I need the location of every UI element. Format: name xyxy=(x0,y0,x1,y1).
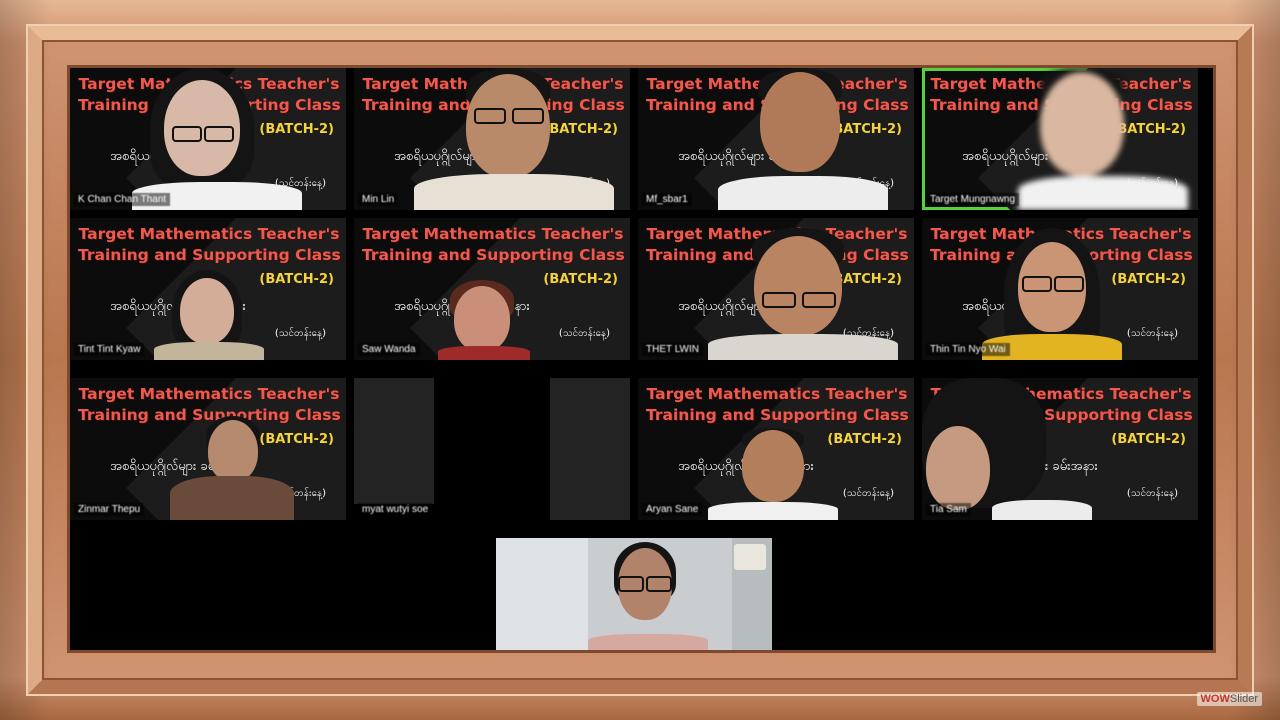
participant-video xyxy=(708,68,888,210)
participant-tile[interactable]: Target Mathematics Teacher'sTraining and… xyxy=(638,68,914,210)
participant-tile-no-banner[interactable]: myat wutyi soe xyxy=(354,378,630,520)
participant-name: Saw Wanda xyxy=(358,343,420,356)
banner-batch: (BATCH-2) xyxy=(827,432,902,447)
participant-tile-active[interactable]: Target Mathematics Teacher'sTraining and… xyxy=(922,68,1198,210)
banner-title: Target Mathematics Teacher'sTraining and… xyxy=(646,385,909,424)
banner-tag: (သင်တန်းနေ့) xyxy=(1126,328,1178,339)
participant-tile[interactable]: Target Mathematics Teacher'sTraining and… xyxy=(638,378,914,520)
participant-video xyxy=(132,68,302,210)
participant-tile[interactable]: Target Mathematics Teacher'sTraining and… xyxy=(70,378,346,520)
participant-video xyxy=(922,378,1092,520)
participant-tile[interactable]: Target Mathematics Teacher'sTraining and… xyxy=(922,378,1198,520)
participant-tile[interactable]: Target Mathematics Teacher'sTraining and… xyxy=(354,218,630,360)
participant-tile[interactable]: Target Mathematics Teacher'sTraining and… xyxy=(638,218,914,360)
wowslider-watermark[interactable]: WOWSlider xyxy=(1196,692,1262,706)
participant-video xyxy=(414,68,614,210)
participant-name: Zinmar Thepu xyxy=(74,503,145,516)
participant-name: Min Lin xyxy=(358,193,399,206)
self-view-video[interactable] xyxy=(496,538,772,650)
participant-video xyxy=(588,542,708,650)
participant-tile[interactable]: Target Mathematics Teacher'sTraining and… xyxy=(922,218,1198,360)
banner-batch: (BATCH-2) xyxy=(1111,272,1186,287)
banner-batch: (BATCH-2) xyxy=(1111,432,1186,447)
banner-tag: (သင်တန်းနေ့) xyxy=(558,328,610,339)
participant-name: Tint Tint Kyaw xyxy=(74,343,145,356)
participant-name: Aryan Sane xyxy=(642,503,703,516)
banner-batch: (BATCH-2) xyxy=(543,272,618,287)
participant-video xyxy=(982,228,1122,360)
video-meeting-grid: Target Mathematics Teacher'sTraining and… xyxy=(70,68,1213,650)
banner-title: Target Mathematics Teacher'sTraining and… xyxy=(362,225,625,264)
banner-batch: (BATCH-2) xyxy=(259,122,334,137)
participant-video xyxy=(154,270,264,360)
participant-name: myat wutyi soe xyxy=(358,503,433,516)
participant-name: Mf_sbar1 xyxy=(642,193,692,206)
banner-tag: (သင်တန်းနေ့) xyxy=(842,488,894,499)
wall-switch-icon xyxy=(734,544,766,570)
banner-batch: (BATCH-2) xyxy=(259,272,334,287)
participant-name: Thin Tin Nyo Wai xyxy=(926,343,1010,356)
banner-tag: (သင်တန်းနေ့) xyxy=(274,328,326,339)
participant-video xyxy=(708,428,838,520)
participant-name: Target Mungnawng xyxy=(926,193,1020,206)
participant-tile[interactable]: Target Mathematics Teacher'sTraining and… xyxy=(70,68,346,210)
participant-video xyxy=(1018,68,1198,210)
glasses-icon xyxy=(172,126,202,142)
participant-tile[interactable]: Target Mathematics Teacher'sTraining and… xyxy=(70,218,346,360)
participant-name: K Chan Chan Thant xyxy=(74,193,171,206)
participant-tile[interactable]: Target Mathematics Teacher'sTraining and… xyxy=(354,68,630,210)
banner-tag: (သင်တန်းနေ့) xyxy=(1126,488,1178,499)
participant-name: Tia Sam xyxy=(926,503,971,516)
participant-name: THET LWIN xyxy=(642,343,703,356)
participant-video xyxy=(708,228,898,360)
participant-video xyxy=(438,280,530,360)
participant-video xyxy=(170,416,294,520)
banner-title: Target Mathematics Teacher'sTraining and… xyxy=(78,225,341,264)
